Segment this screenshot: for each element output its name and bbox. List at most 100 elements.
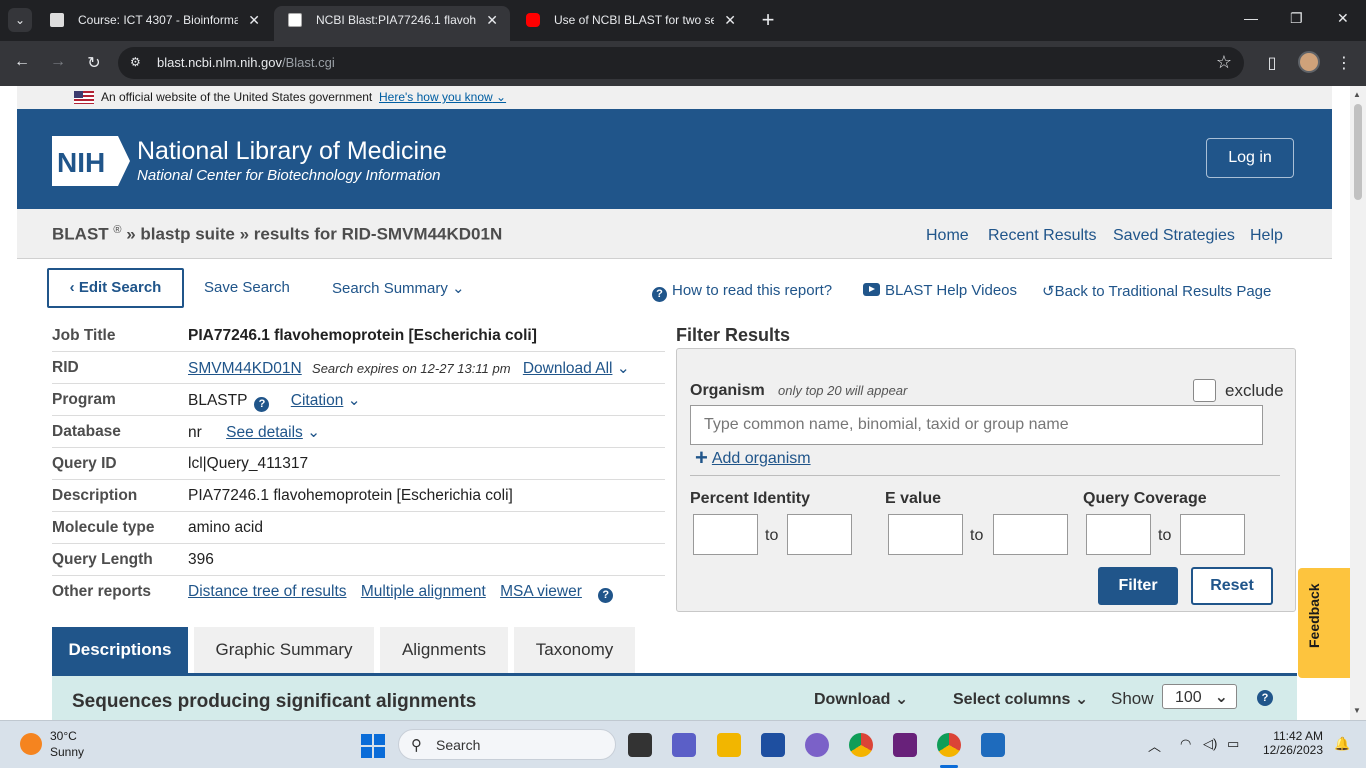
query-length-row: Query Length 396 (52, 544, 665, 576)
how-to-read-link[interactable]: ? How to read this report? (652, 282, 832, 302)
heres-how-you-know-link[interactable]: Here's how you know ⌄ (379, 90, 506, 104)
scroll-thumb[interactable] (1354, 104, 1362, 200)
minimize-icon[interactable]: — (1244, 10, 1258, 26)
page-scrollbar[interactable]: ▲ ▼ (1350, 86, 1366, 720)
visual-studio-icon[interactable] (893, 733, 917, 757)
download-all-dropdown[interactable]: Download All (523, 360, 613, 377)
address-bar[interactable]: ⚙ blast.ncbi.nlm.nih.gov/Blast.cgi ☆ (118, 47, 1244, 79)
breadcrumb-path: » blastp suite » results for RID-SMVM44K… (121, 224, 503, 244)
evalue-min-input[interactable] (888, 514, 963, 555)
breadcrumb-blast[interactable]: BLAST (52, 225, 109, 244)
new-tab-button[interactable]: + (758, 8, 778, 32)
nav-saved-strategies[interactable]: Saved Strategies (1113, 227, 1235, 245)
scroll-up-arrow-icon[interactable]: ▲ (1353, 90, 1361, 99)
plus-icon: + (695, 445, 708, 470)
columns-help-icon[interactable]: ? (1257, 690, 1273, 706)
restore-icon[interactable]: ❐ (1290, 10, 1303, 27)
forward-arrow-icon[interactable]: → (48, 53, 68, 71)
side-panel-icon[interactable]: ▯ (1262, 53, 1282, 73)
tab-title: Course: ICT 4307 - Bioinformati (78, 13, 238, 27)
organism-input[interactable]: Type common name, binomial, taxid or gro… (690, 405, 1263, 445)
wifi-icon[interactable]: ◠ (1180, 736, 1191, 752)
citation-dropdown[interactable]: Citation (291, 392, 344, 409)
rid-link[interactable]: SMVM44KD01N (188, 360, 302, 377)
percent-identity-max-input[interactable] (787, 514, 852, 555)
edit-search-button[interactable]: ‹ Edit Search (47, 268, 184, 308)
multiple-alignment-link[interactable]: Multiple alignment (361, 583, 486, 600)
show-count-select[interactable]: 100 ⌄ (1162, 684, 1237, 709)
scroll-down-arrow-icon[interactable]: ▼ (1353, 706, 1361, 715)
query-id-value: lcl|Query_411317 (188, 455, 309, 472)
program-row: Program BLASTP ? Citation ⌄ (52, 384, 665, 416)
clock[interactable]: 11:42 AM 12/26/2023 (1258, 729, 1323, 757)
back-arrow-icon[interactable]: ← (12, 53, 32, 71)
chrome-icon[interactable] (849, 733, 873, 757)
evalue-max-input[interactable] (993, 514, 1068, 555)
browser-tab-course[interactable]: Course: ICT 4307 - Bioinformati ✕ (36, 6, 272, 41)
taskbar-search[interactable]: ⚲ Search (398, 729, 616, 760)
microsoft-store-icon[interactable] (761, 733, 785, 757)
browser-tab-youtube[interactable]: Use of NCBI BLAST for two seq ✕ (512, 6, 748, 41)
filter-button[interactable]: Filter (1098, 567, 1178, 605)
feedback-button[interactable]: Feedback (1298, 568, 1350, 678)
browser-tab-ncbi[interactable]: NCBI Blast:PIA77246.1 flavohem ✕ (274, 6, 510, 41)
sun-icon[interactable] (20, 733, 42, 755)
nav-help[interactable]: Help (1250, 227, 1283, 245)
exclude-checkbox[interactable] (1193, 379, 1216, 402)
see-details-dropdown[interactable]: See details (226, 424, 303, 441)
teams-chat-icon[interactable] (672, 733, 696, 757)
chrome-profile-icon[interactable] (937, 733, 961, 757)
feedback-label: Feedback (1306, 583, 1322, 648)
close-window-icon[interactable]: ✕ (1337, 10, 1349, 27)
nav-recent-results[interactable]: Recent Results (988, 227, 1097, 245)
close-tab-icon[interactable]: ✕ (248, 6, 260, 34)
tab-alignments[interactable]: Alignments (380, 627, 508, 676)
notifications-icon[interactable]: 🔔 (1334, 736, 1350, 752)
windows-start-icon[interactable] (361, 734, 385, 758)
tab-taxonomy[interactable]: Taxonomy (514, 627, 635, 676)
to-label: to (1158, 527, 1172, 544)
copilot-icon[interactable] (805, 733, 829, 757)
battery-icon[interactable]: ▭ (1227, 736, 1239, 752)
bookmark-star-icon[interactable]: ☆ (1216, 52, 1232, 73)
other-reports-help-icon[interactable]: ? (598, 588, 614, 603)
ncbi-favicon-icon (288, 13, 302, 27)
filter-panel: Organism only top 20 will appear exclude… (676, 348, 1296, 612)
query-length-value: 396 (188, 551, 214, 568)
program-help-icon[interactable]: ? (254, 397, 270, 412)
select-columns-dropdown[interactable]: Select columns ⌄ (953, 689, 1088, 709)
add-organism-link[interactable]: + Add organism (695, 445, 811, 471)
search-summary-dropdown[interactable]: Search Summary ⌄ (332, 279, 465, 297)
tab-title: Use of NCBI BLAST for two seq (554, 13, 714, 27)
nav-home[interactable]: Home (926, 227, 969, 245)
task-view-icon[interactable] (628, 733, 652, 757)
back-to-traditional-link[interactable]: ↺Back to Traditional Results Page (1042, 282, 1271, 300)
log-in-button[interactable]: Log in (1206, 138, 1294, 178)
nih-logo-icon[interactable]: NIH (52, 136, 130, 186)
profile-avatar[interactable] (1298, 51, 1320, 73)
distance-tree-link[interactable]: Distance tree of results (188, 583, 347, 600)
show-hidden-icons-icon[interactable]: ︿ (1148, 736, 1161, 755)
menu-kebab-icon[interactable]: ⋮ (1334, 53, 1354, 73)
file-explorer-icon[interactable] (717, 733, 741, 757)
percent-identity-min-input[interactable] (693, 514, 758, 555)
query-coverage-min-input[interactable] (1086, 514, 1151, 555)
site-info-icon[interactable]: ⚙ (130, 55, 146, 71)
save-search-link[interactable]: Save Search (204, 279, 290, 296)
close-tab-icon[interactable]: ✕ (486, 6, 498, 34)
tab-descriptions[interactable]: Descriptions (52, 627, 188, 676)
tab-search-button[interactable]: ⌄ (8, 8, 32, 32)
reset-button[interactable]: Reset (1191, 567, 1273, 605)
description-row: Description PIA77246.1 flavohemoprotein … (52, 480, 665, 512)
program-value: BLASTP ? Citation ⌄ (188, 391, 361, 412)
tab-graphic-summary[interactable]: Graphic Summary (194, 627, 374, 676)
query-coverage-max-input[interactable] (1180, 514, 1245, 555)
reload-icon[interactable]: ↻ (84, 53, 104, 73)
download-dropdown[interactable]: Download ⌄ (814, 689, 908, 709)
blast-help-videos-link[interactable]: BLAST Help Videos (863, 282, 1017, 299)
notepad-icon[interactable] (981, 733, 1005, 757)
msa-viewer-link[interactable]: MSA viewer (500, 583, 582, 600)
volume-icon[interactable]: ◁) (1203, 736, 1217, 752)
nlm-title[interactable]: National Library of Medicine (137, 137, 447, 166)
close-tab-icon[interactable]: ✕ (724, 6, 736, 34)
